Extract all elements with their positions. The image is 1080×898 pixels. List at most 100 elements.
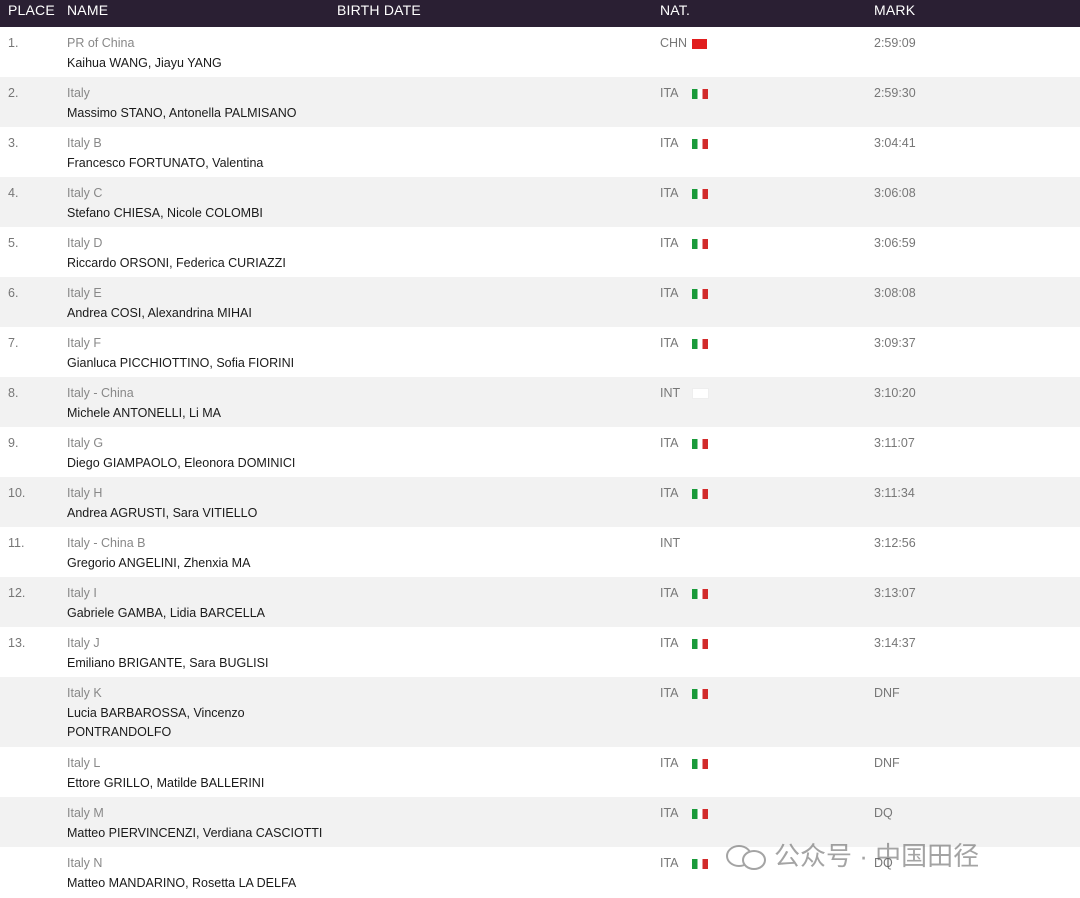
row-place: 8. (8, 386, 19, 400)
table-row[interactable]: 3. Italy B Francesco FORTUNATO, Valentina … (0, 127, 1080, 189)
row-athletes[interactable]: Diego GIAMPAOLO, Eleonora DOMINICI (67, 454, 327, 473)
row-athletes[interactable]: Gregorio ANGELINI, Zhenxia MA (67, 554, 327, 573)
ita-flag-icon (692, 688, 708, 699)
row-mark: 3:08:08 (874, 286, 916, 300)
row-mark: 3:06:08 (874, 186, 916, 200)
row-athletes[interactable]: Kaihua WANG, Jiayu YANG (67, 54, 327, 73)
row-place: 5. (8, 236, 19, 250)
table-row[interactable]: 11. Italy - China B Gregorio ANGELINI, Zhe… (0, 527, 1080, 577)
row-athletes[interactable]: Stefano CHIESA, Nicole COLOMBI (67, 204, 327, 223)
row-place: 7. (8, 336, 19, 350)
table-row[interactable]: 12. Italy I Gabriele GAMBA, Lidia BARCELLA… (0, 577, 1080, 627)
header-name[interactable]: NAME (67, 2, 108, 18)
row-nationality: INT (660, 386, 709, 400)
row-nationality: ITA (660, 486, 708, 500)
row-team-name: PR of China (67, 36, 135, 50)
nationality-code: INT (660, 386, 681, 400)
row-place: 11. (8, 536, 25, 550)
row-team-name: Italy - China (67, 386, 134, 400)
nationality-code: ITA (660, 436, 679, 450)
ita-flag-icon (692, 288, 708, 299)
row-mark: DNF (874, 756, 900, 770)
table-row[interactable]: Italy N Matteo MANDARINO, Rosetta LA DELF… (0, 847, 1080, 897)
row-nationality: ITA (660, 806, 708, 820)
nationality-code: ITA (660, 186, 679, 200)
row-athletes[interactable]: Lucia BARBAROSSA, Vincenzo PONTRANDOLFO (67, 704, 327, 742)
row-team-name: Italy I (67, 586, 97, 600)
table-row[interactable]: Italy M Matteo PIERVINCENZI, Verdiana CAS… (0, 797, 1080, 847)
table-row[interactable]: 9. Italy G Diego GIAMPAOLO, Eleonora DOMIN… (0, 427, 1080, 477)
row-nationality: ITA (660, 286, 708, 300)
ita-flag-icon (692, 238, 708, 249)
row-team-name: Italy G (67, 436, 104, 450)
ita-flag-icon (692, 338, 708, 349)
row-athletes[interactable]: Matteo MANDARINO, Rosetta LA DELFA (67, 874, 327, 893)
row-place: 6. (8, 286, 19, 300)
row-place: 9. (8, 436, 19, 450)
table-row[interactable]: Italy L Ettore GRILLO, Matilde BALLERINI I… (0, 747, 1080, 797)
row-athletes[interactable]: Ettore GRILLO, Matilde BALLERINI (67, 774, 327, 793)
header-mark[interactable]: MARK (874, 2, 915, 18)
table-row[interactable]: 1. PR of China Kaihua WANG, Jiayu YANG CHN 2… (0, 27, 1080, 77)
row-team-name: Italy L (67, 756, 101, 770)
row-mark: 3:04:41 (874, 136, 916, 150)
row-team-name: Italy - China B (67, 536, 146, 550)
nationality-code: ITA (660, 336, 679, 350)
row-nationality: ITA (660, 186, 708, 200)
results-table-header: PLACE NAME BIRTH DATE NAT. MARK (0, 0, 1080, 27)
row-nationality: CHN (660, 36, 707, 50)
row-nationality: INT (660, 536, 692, 550)
row-mark: DQ (874, 856, 893, 870)
ita-flag-icon (692, 88, 708, 99)
row-mark: 3:12:56 (874, 536, 916, 550)
row-place: 2. (8, 86, 19, 100)
table-row[interactable]: 7. Italy F Gianluca PICCHIOTTINO, Sofia FI… (0, 327, 1080, 377)
row-place: 10. (8, 486, 26, 500)
row-athletes[interactable]: Michele ANTONELLI, Li MA (67, 404, 327, 423)
row-athletes[interactable]: Andrea AGRUSTI, Sara VITIELLO (67, 504, 327, 523)
table-row[interactable]: Italy K Lucia BARBAROSSA, Vincenzo PONTRA… (0, 677, 1080, 747)
row-mark: 3:11:07 (874, 436, 915, 450)
row-nationality: ITA (660, 236, 708, 250)
ita-flag-icon (692, 138, 708, 149)
table-row[interactable]: 4. Italy C Stefano CHIESA, Nicole COLOMBI I… (0, 177, 1080, 227)
row-place: 13. (8, 636, 26, 650)
row-mark: 3:06:59 (874, 236, 916, 250)
row-athletes[interactable]: Andrea COSI, Alexandrina MIHAI (67, 304, 327, 323)
row-team-name: Italy N (67, 856, 103, 870)
row-mark: DQ (874, 806, 893, 820)
ita-flag-icon (692, 488, 708, 499)
table-row[interactable]: 8. Italy - China Michele ANTONELLI, Li MA I… (0, 377, 1080, 427)
row-mark: 2:59:30 (874, 86, 916, 100)
table-row[interactable]: 10. Italy H Andrea AGRUSTI, Sara VITIELLO I… (0, 477, 1080, 527)
row-nationality: ITA (660, 586, 708, 600)
header-place[interactable]: PLACE (8, 2, 55, 18)
row-mark: 3:11:34 (874, 486, 915, 500)
table-row[interactable]: 2. Italy Massimo STANO, Antonella PALMISAN… (0, 77, 1080, 127)
table-row[interactable]: 13. Italy J Emiliano BRIGANTE, Sara BUGLIS… (0, 627, 1080, 677)
header-nationality[interactable]: NAT. (660, 2, 690, 18)
row-nationality: ITA (660, 86, 708, 100)
row-team-name: Italy (67, 86, 90, 100)
nationality-code: ITA (660, 86, 679, 100)
ita-flag-icon (692, 858, 708, 869)
row-athletes[interactable]: Emiliano BRIGANTE, Sara BUGLISI (67, 654, 327, 673)
table-row[interactable]: 5. Italy D Riccardo ORSONI, Federica CURIA… (0, 227, 1080, 277)
nationality-code: ITA (660, 756, 679, 770)
row-place: 3. (8, 136, 19, 150)
nationality-code: ITA (660, 806, 679, 820)
row-athletes[interactable]: Riccardo ORSONI, Federica CURIAZZI (67, 254, 327, 273)
nationality-code: INT (660, 536, 681, 550)
row-team-name: Italy J (67, 636, 100, 650)
row-athletes[interactable]: Massimo STANO, Antonella PALMISANO (67, 104, 327, 123)
nationality-code: ITA (660, 636, 679, 650)
table-row[interactable]: 6. Italy E Andrea COSI, Alexandrina MIHAI I… (0, 277, 1080, 327)
nationality-code: CHN (660, 36, 688, 50)
row-athletes[interactable]: Gabriele GAMBA, Lidia BARCELLA (67, 604, 327, 623)
ita-flag-icon (692, 438, 708, 449)
nationality-code: ITA (660, 856, 679, 870)
row-athletes[interactable]: Matteo PIERVINCENZI, Verdiana CASCIOTTI (67, 824, 327, 843)
row-athletes[interactable]: Gianluca PICCHIOTTINO, Sofia FIORINI (67, 354, 327, 373)
row-place: 4. (8, 186, 19, 200)
header-birth-date[interactable]: BIRTH DATE (337, 2, 421, 18)
